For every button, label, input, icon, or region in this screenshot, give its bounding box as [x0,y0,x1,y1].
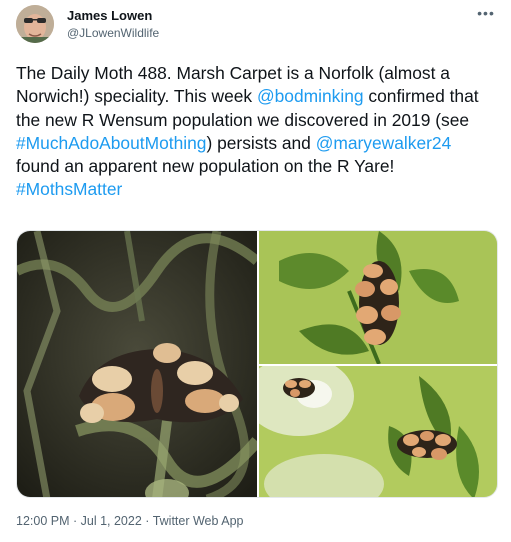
hashtag-link[interactable]: #MothsMatter [16,179,122,199]
moth-photo-bottom-right[interactable] [259,366,497,497]
moth-photo-top-right[interactable] [259,231,497,364]
hashtag-link[interactable]: #MuchAdoAboutMothing [16,133,206,153]
tweet-text-part: found an apparent new population on the … [16,156,395,177]
meta-separator: · [141,514,153,528]
moth-photo-main[interactable] [17,231,257,497]
mention-link[interactable]: @bodminking [257,86,364,106]
tweet-card: James Lowen @JLowenWildlife ••• The Dail… [0,0,511,542]
author-handle[interactable]: @JLowenWildlife [67,26,159,40]
mention-link[interactable]: @maryewalker24 [316,133,452,153]
tweet-text-part: ) persists and [206,132,316,153]
tweet-date[interactable]: Jul 1, 2022 [81,514,142,528]
media-grid [16,230,498,498]
more-dots-icon[interactable]: ••• [474,6,498,20]
tweet-text: The Daily Moth 488. Marsh Carpet is a No… [16,62,498,202]
avatar[interactable] [16,5,54,43]
tweet-source[interactable]: Twitter Web App [153,514,244,528]
tweet-time[interactable]: 12:00 PM [16,514,70,528]
meta-separator: · [69,514,81,528]
tweet-meta: 12:00 PM · Jul 1, 2022 · Twitter Web App [16,514,243,528]
author-name[interactable]: James Lowen [67,8,152,23]
